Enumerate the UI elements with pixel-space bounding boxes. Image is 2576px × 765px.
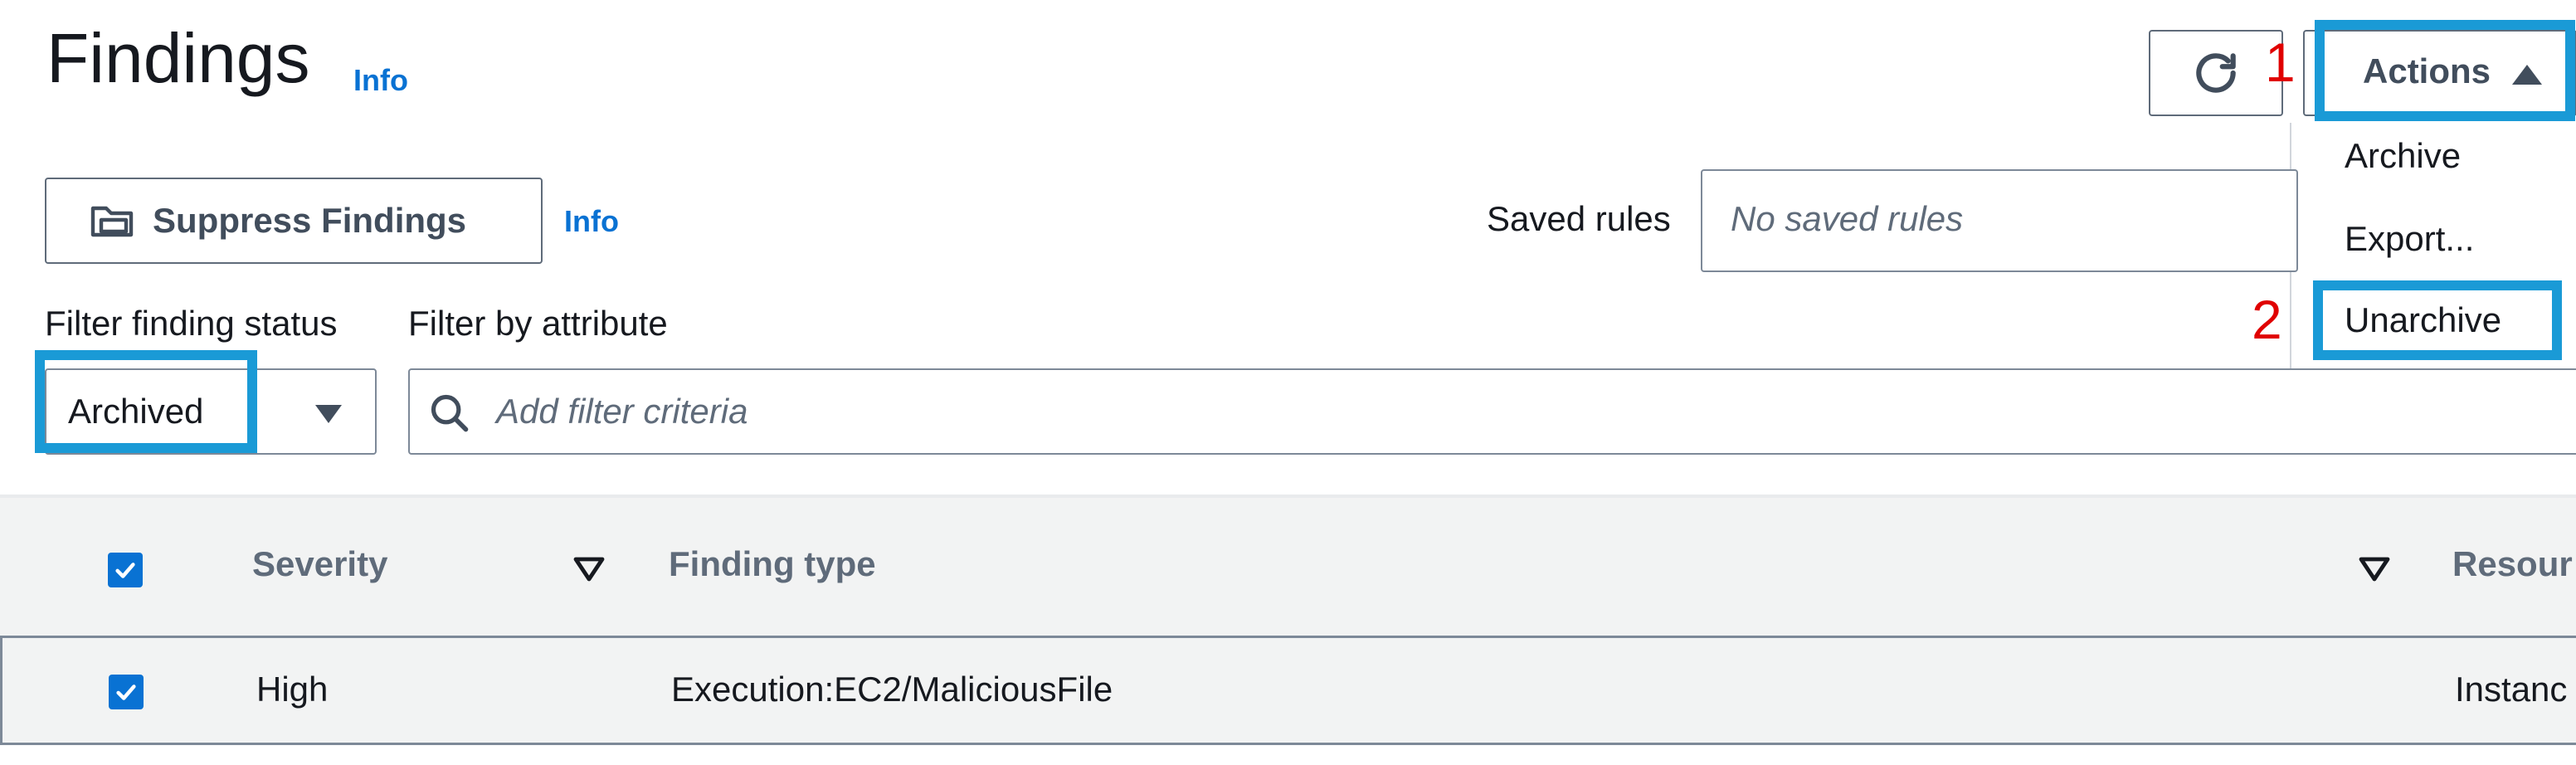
table-row[interactable]: High Execution:EC2/MaliciousFile Instanc (0, 636, 2576, 745)
title-info-link[interactable]: Info (353, 63, 408, 98)
sort-icon[interactable] (572, 556, 606, 582)
cell-severity: High (256, 670, 329, 709)
menu-item-export[interactable]: Export... (2345, 219, 2474, 259)
filter-attribute-label: Filter by attribute (408, 304, 668, 343)
column-header-finding-type[interactable]: Finding type (669, 544, 876, 584)
column-header-resource[interactable]: Resour (2452, 544, 2573, 584)
suppress-findings-button[interactable]: Suppress Findings (45, 178, 543, 264)
search-icon (431, 394, 469, 432)
saved-rules-label: Saved rules (1487, 199, 1671, 238)
refresh-button[interactable] (2149, 30, 2283, 116)
attribute-filter-placeholder: Add filter criteria (496, 392, 748, 431)
checkmark-icon (115, 563, 135, 578)
folder-icon (90, 206, 134, 237)
unarchive-highlight (2313, 280, 2562, 360)
filter-status-label: Filter finding status (45, 304, 338, 343)
refresh-icon (2196, 53, 2236, 93)
table-header: Severity Finding type Resour (0, 498, 2576, 637)
suppress-findings-label: Suppress Findings (153, 201, 467, 240)
suppress-info-link[interactable]: Info (564, 204, 619, 239)
attribute-filter-input[interactable]: Add filter criteria (408, 368, 2576, 455)
cell-resource[interactable]: Instanc (2455, 670, 2567, 709)
status-highlight (35, 350, 257, 453)
select-all-checkbox[interactable] (108, 553, 143, 587)
saved-rules-select[interactable]: No saved rules (1701, 169, 2298, 272)
column-header-severity[interactable]: Severity (252, 544, 387, 584)
cell-finding-type[interactable]: Execution:EC2/MaliciousFile (671, 670, 1113, 709)
step-2-number: 2 (2252, 289, 2282, 350)
menu-item-archive[interactable]: Archive (2345, 136, 2461, 176)
caret-down-icon (315, 405, 342, 423)
row-checkbox[interactable] (109, 675, 144, 709)
sort-icon[interactable] (2358, 556, 2391, 582)
page-title: Findings (46, 19, 310, 97)
saved-rules-placeholder: No saved rules (1731, 199, 1964, 238)
step-1-number: 1 (2265, 32, 2296, 93)
actions-highlight (2315, 20, 2575, 121)
checkmark-icon (116, 685, 136, 700)
